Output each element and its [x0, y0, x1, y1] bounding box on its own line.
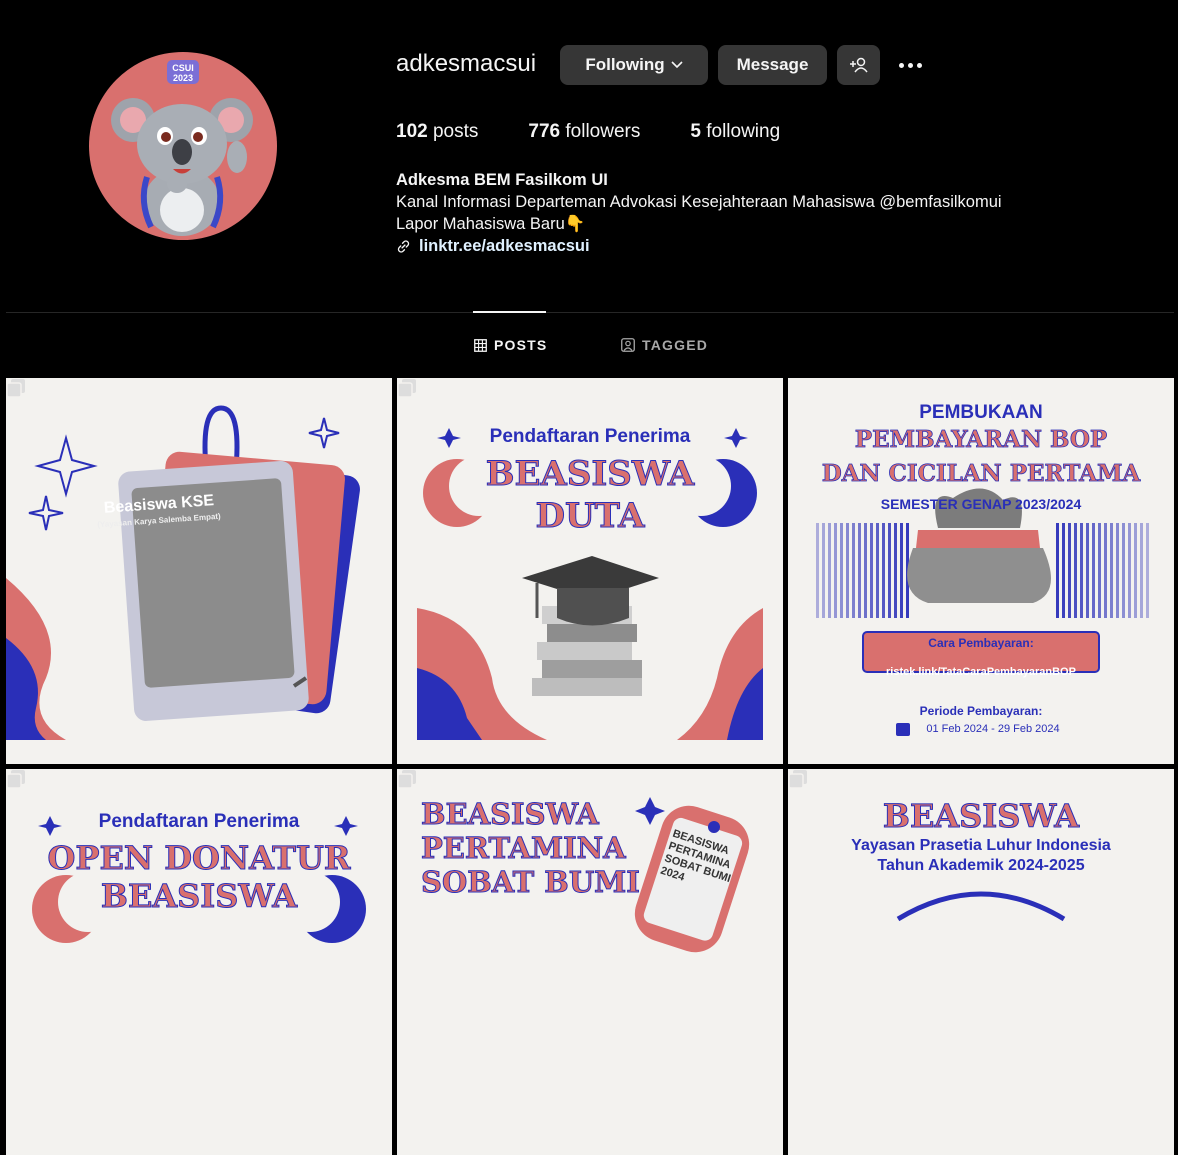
decor-stripe — [828, 523, 831, 618]
bio-line-1: Kanal Informasi Departeman Advokasi Kese… — [396, 193, 1002, 211]
post-kse-artwork — [6, 405, 360, 740]
decor-stripe — [1110, 523, 1113, 618]
more-options-icon[interactable] — [893, 52, 927, 78]
decor-stripe — [900, 523, 903, 618]
carousel-icon — [397, 379, 416, 398]
decor-stripe — [1098, 523, 1101, 618]
chevron-down-icon — [671, 61, 683, 69]
decor-stripe — [876, 523, 879, 618]
decor-stripe — [1104, 523, 1107, 618]
decor-stripe — [1116, 523, 1119, 618]
grid-icon — [474, 338, 487, 352]
decor-stripe — [888, 523, 891, 618]
post-duta-line2: BEASISWA — [485, 454, 695, 495]
post-pertamina-line2: PERTAMINA — [421, 831, 627, 866]
post-bop-line1: PEMBUKAAN — [919, 402, 1043, 423]
decor-stripe — [1086, 523, 1089, 618]
post-bop-line3: DAN CICILAN PERTAMA — [821, 460, 1141, 488]
tab-posts-label: POSTS — [494, 337, 548, 353]
decor-stripe — [882, 523, 885, 618]
bio-link[interactable]: linktr.ee/adkesmacsui — [419, 235, 590, 257]
tab-tagged[interactable]: TAGGED — [621, 337, 708, 353]
decor-stripe — [1068, 523, 1071, 618]
followers-link[interactable]: 776 followers — [528, 121, 640, 143]
decor-stripe — [1134, 523, 1137, 618]
post-prasetia-line1: BEASISWA — [882, 797, 1080, 836]
tabs-divider — [6, 312, 1174, 313]
decor-stripe — [870, 523, 873, 618]
decor-stripe — [858, 523, 861, 618]
decor-stripe — [1056, 523, 1059, 618]
following-button[interactable]: Following — [560, 45, 708, 85]
decor-stripe — [834, 523, 837, 618]
post-prasetia-line2: Yayasan Prasetia Luhur Indonesia — [851, 837, 1111, 854]
decor-stripe — [822, 523, 825, 618]
post-bop-line2: PEMBAYARAN BOP — [854, 426, 1108, 454]
post-donatur-line2: OPEN DONATUR — [47, 839, 351, 878]
tab-posts[interactable]: POSTS — [474, 337, 547, 353]
post-bop-periode: Periode Pembayaran: — [919, 704, 1043, 718]
carousel-icon — [397, 770, 416, 789]
posts-count: 102 posts — [396, 121, 479, 142]
profile-avatar[interactable]: CSUI 2023 — [89, 52, 277, 240]
post-pertamina-sobat-bumi[interactable]: BEASISWA PERTAMINA SOBAT BUMI BEASISWA P… — [397, 769, 783, 1155]
post-duta-line3: DUTA — [535, 496, 645, 537]
message-button[interactable]: Message — [718, 45, 827, 85]
decor-stripe — [840, 523, 843, 618]
decor-stripe — [1062, 523, 1065, 618]
decor-stripe — [846, 523, 849, 618]
post-beasiswa-prasetia[interactable]: BEASISWA Yayasan Prasetia Luhur Indonesi… — [788, 769, 1174, 1155]
carousel-icon — [788, 770, 807, 789]
koala-mascot-illustration: CSUI 2023 — [111, 60, 253, 236]
post-donatur-line1: Pendaftaran Penerima — [98, 811, 300, 832]
decor-stripe — [864, 523, 867, 618]
post-open-donatur[interactable]: Pendaftaran Penerima OPEN DONATUR BEASIS… — [6, 769, 392, 1155]
bio-line-2: Lapor Mahasiswa Baru👇 — [396, 215, 586, 233]
active-tab-indicator — [473, 311, 546, 313]
add-user-icon — [849, 57, 868, 73]
decor-stripe — [816, 523, 819, 618]
post-bop-cara: Cara Pembayaran: — [928, 636, 1034, 650]
post-donatur-line3: BEASISWA — [100, 877, 298, 916]
post-bop-link: ristek.link/TataCaraPembayaranBOP — [886, 666, 1076, 678]
profile-display-name: Adkesma BEM Fasilkom UI — [396, 171, 608, 189]
post-beasiswa-kse[interactable]: Beasiswa KSE (Yayasan Karya Salemba Empa… — [6, 378, 392, 764]
decor-stripe — [1122, 523, 1125, 618]
decor-stripe — [1074, 523, 1077, 618]
profile-username: adkesmacsui — [396, 50, 537, 77]
decor-stripe — [894, 523, 897, 618]
carousel-icon — [6, 770, 25, 789]
following-link[interactable]: 5 following — [690, 121, 780, 143]
decor-stripe — [1146, 523, 1149, 618]
tagged-user-icon — [621, 338, 635, 352]
post-prasetia-line3: Tahun Akademik 2024-2025 — [877, 857, 1085, 874]
following-button-label: Following — [585, 55, 665, 74]
avatar-badge-line2: 2023 — [173, 73, 193, 83]
decor-stripe — [852, 523, 855, 618]
message-button-label: Message — [736, 55, 809, 74]
post-duta-line1: Pendaftaran Penerima — [489, 426, 691, 447]
link-icon — [397, 239, 410, 253]
post-bop-line4: SEMESTER GENAP 2023/2024 — [880, 496, 1082, 512]
post-pertamina-line1: BEASISWA — [421, 797, 600, 832]
post-pertamina-line3: SOBAT BUMI — [421, 865, 641, 900]
decor-stripe — [1140, 523, 1143, 618]
carousel-icon — [6, 379, 25, 398]
suggested-users-button[interactable] — [837, 45, 880, 85]
decor-stripe — [1128, 523, 1131, 618]
decor-stripe — [1092, 523, 1095, 618]
post-beasiswa-duta[interactable]: Pendaftaran Penerima BEASISWA DUTA — [397, 378, 783, 764]
avatar-badge-line1: CSUI — [172, 63, 194, 73]
decor-stripe — [1080, 523, 1083, 618]
post-pembayaran-bop[interactable]: PEMBUKAAN PEMBAYARAN BOP DAN CICILAN PER… — [788, 378, 1174, 764]
tab-tagged-label: TAGGED — [642, 337, 709, 353]
post-bop-dates: 01 Feb 2024 - 29 Feb 2024 — [926, 723, 1060, 735]
